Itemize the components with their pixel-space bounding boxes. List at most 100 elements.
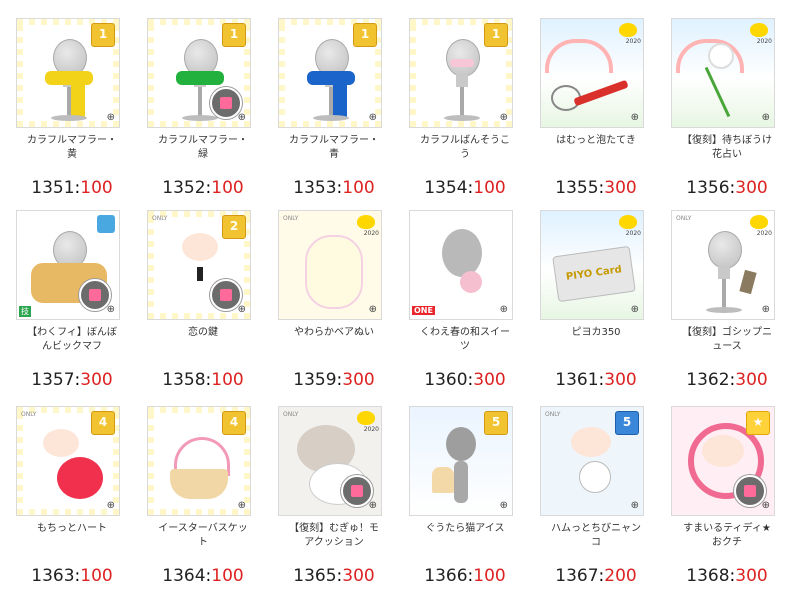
item-thumbnail[interactable]: ONLY 2020 ⊕ <box>278 406 382 516</box>
item-card[interactable]: 2020 ⊕ 【復刻】待ちぼうけ 花占い 1356:300 <box>663 0 791 204</box>
zoom-icon[interactable]: ⊕ <box>756 500 770 512</box>
item-card[interactable]: 2020 ⊕ はむっと泡たてき 1355:300 <box>532 0 660 204</box>
item-name-line2: んビックマフ <box>42 341 102 352</box>
item-thumbnail[interactable]: 4 ⊕ <box>147 406 251 516</box>
item-card[interactable]: 1 ⊕ カラフルばんそうこう 1354:100 <box>401 0 529 204</box>
item-price: 1357:300 <box>31 370 113 390</box>
newspaper-icon <box>739 269 757 295</box>
item-thumbnail[interactable]: PIYO Card 2020 ⊕ <box>540 210 644 320</box>
zoom-icon[interactable]: ⊕ <box>625 304 639 316</box>
zoom-icon[interactable]: ⊕ <box>232 500 246 512</box>
mannequin-icon <box>708 231 742 269</box>
item-card[interactable]: ONLY 2020 ⊕ 【復刻】むぎゅ！モ アクッション 1365:300 <box>270 388 398 592</box>
item-name: カラフルマフラー・緑 <box>139 134 267 162</box>
item-id: 1366 <box>424 566 468 586</box>
item-id: 1360 <box>424 370 468 390</box>
item-thumbnail[interactable]: 技 ⊕ <box>16 210 120 320</box>
item-card[interactable]: 技 ⊕ 【わくフィ】ぼんぼ んビックマフ 1357:300 <box>8 192 136 396</box>
item-card[interactable]: ONLY 2 ⊕ 恋の鍵 1358:100 <box>139 192 267 396</box>
item-thumbnail[interactable]: ★ ⊕ <box>671 406 775 516</box>
item-name-line2: 緑 <box>198 149 208 160</box>
item-name-line1: やわらかベアぬい <box>294 327 374 338</box>
item-name: カラフルマフラー・青 <box>270 134 398 162</box>
item-price-value: 300 <box>604 370 637 390</box>
avatar-face-icon <box>43 429 79 457</box>
item-card[interactable]: ★ ⊕ すまいるティディ★ おクチ 1368:300 <box>663 388 791 592</box>
rarity-badge: 1 <box>222 23 246 47</box>
item-grid: 1 ⊕ カラフルマフラー・黄 1351:100 1 ⊕ カラフルマフラー・緑 1… <box>8 0 792 612</box>
item-thumbnail[interactable]: ONLY 2020 ⊕ <box>278 210 382 320</box>
item-price: 1360:300 <box>424 370 506 390</box>
item-card[interactable]: 5 ⊕ ぐうたら猫アイス 1366:100 <box>401 388 529 592</box>
item-thumbnail[interactable]: 1 ⊕ <box>409 18 513 128</box>
item-price: 1368:300 <box>686 566 768 586</box>
rarity-badge: 5 <box>484 411 508 435</box>
zoom-icon[interactable]: ⊕ <box>363 500 377 512</box>
item-thumbnail[interactable]: 1 ⊕ <box>278 18 382 128</box>
key-icon <box>197 267 203 281</box>
mannequin-base <box>706 307 742 313</box>
cat-ice-icon <box>432 467 454 493</box>
zoom-icon[interactable]: ⊕ <box>101 304 115 316</box>
zoom-icon[interactable]: ⊕ <box>363 112 377 124</box>
zoom-icon[interactable]: ⊕ <box>494 112 508 124</box>
zoom-icon[interactable]: ⊕ <box>625 112 639 124</box>
item-thumbnail[interactable]: ONLY 2020 ⊕ <box>671 210 775 320</box>
muffler-green-icon <box>176 71 224 85</box>
zoom-icon[interactable]: ⊕ <box>756 112 770 124</box>
item-thumbnail[interactable]: 2020 ⊕ <box>540 18 644 128</box>
item-card[interactable]: 1 ⊕ カラフルマフラー・黄 1351:100 <box>8 0 136 204</box>
item-name-line1: ぐうたら猫アイス <box>425 523 505 534</box>
item-thumbnail[interactable]: ONLY 4 ⊕ <box>16 406 120 516</box>
item-price-value: 300 <box>80 370 113 390</box>
item-card[interactable]: ONE ⊕ くわえ春の和スイーツ 1360:300 <box>401 192 529 396</box>
item-name: すまいるティディ★ おクチ <box>663 522 791 550</box>
item-card[interactable]: ONLY 2020 ⊕ やわらかベアぬい 1359:300 <box>270 192 398 396</box>
item-price: 1364:100 <box>162 566 244 586</box>
item-card[interactable]: ONLY 5 ⊕ ハムっとちびニャンコ 1367:200 <box>532 388 660 592</box>
item-thumbnail[interactable]: 5 ⊕ <box>409 406 513 516</box>
item-name-line1: くわえ春の和スイー <box>420 327 510 338</box>
item-name-line2: ツ <box>460 341 470 352</box>
year-tag: 2020 <box>756 230 772 237</box>
zoom-icon[interactable]: ⊕ <box>625 500 639 512</box>
item-card[interactable]: 4 ⊕ イースターバスケット 1364:100 <box>139 388 267 592</box>
avatar-silhouette-icon <box>442 229 482 277</box>
item-name-line1: 【復刻】待ちぼうけ <box>682 135 772 146</box>
zoom-icon[interactable]: ⊕ <box>494 500 508 512</box>
item-card[interactable]: 1 ⊕ カラフルマフラー・緑 1352:100 <box>139 0 267 204</box>
rarity-badge: 1 <box>353 23 377 47</box>
item-id: 1368 <box>686 566 730 586</box>
item-card[interactable]: 1 ⊕ カラフルマフラー・青 1353:100 <box>270 0 398 204</box>
item-card[interactable]: ONLY 2020 ⊕ 【復刻】ゴシップニ ュース 1362:300 <box>663 192 791 396</box>
rarity-badge: 2 <box>222 215 246 239</box>
only-tag: ONLY <box>545 411 561 418</box>
item-name: イースターバスケット <box>139 522 267 550</box>
mannequin-base <box>51 115 87 121</box>
item-thumbnail[interactable]: 1 ⊕ <box>147 18 251 128</box>
avatar-face-icon <box>182 233 218 261</box>
item-thumbnail[interactable]: ONE ⊕ <box>409 210 513 320</box>
zoom-icon[interactable]: ⊕ <box>494 304 508 316</box>
item-name-line1: 【わくフィ】ぼんぼ <box>27 327 117 338</box>
item-thumbnail[interactable]: 1 ⊕ <box>16 18 120 128</box>
zoom-icon[interactable]: ⊕ <box>101 112 115 124</box>
zoom-icon[interactable]: ⊕ <box>756 304 770 316</box>
one-tag: ONE <box>412 306 435 315</box>
item-name: ハムっとちびニャンコ <box>532 522 660 550</box>
item-id: 1362 <box>686 370 730 390</box>
bandage-icon <box>450 59 474 67</box>
item-id: 1358 <box>162 370 206 390</box>
item-card[interactable]: ONLY 4 ⊕ もちっとハート 1363:100 <box>8 388 136 592</box>
zoom-icon[interactable]: ⊕ <box>363 304 377 316</box>
item-thumbnail[interactable]: ONLY 5 ⊕ <box>540 406 644 516</box>
zoom-icon[interactable]: ⊕ <box>101 500 115 512</box>
zoom-icon[interactable]: ⊕ <box>232 112 246 124</box>
item-name: 【復刻】ゴシップニ ュース <box>663 326 791 354</box>
rarity-badge: 4 <box>91 411 115 435</box>
zoom-icon[interactable]: ⊕ <box>232 304 246 316</box>
item-thumbnail[interactable]: 2020 ⊕ <box>671 18 775 128</box>
avatar-face-icon <box>702 435 744 467</box>
item-thumbnail[interactable]: ONLY 2 ⊕ <box>147 210 251 320</box>
item-card[interactable]: PIYO Card 2020 ⊕ ピヨカ350 1361:300 <box>532 192 660 396</box>
